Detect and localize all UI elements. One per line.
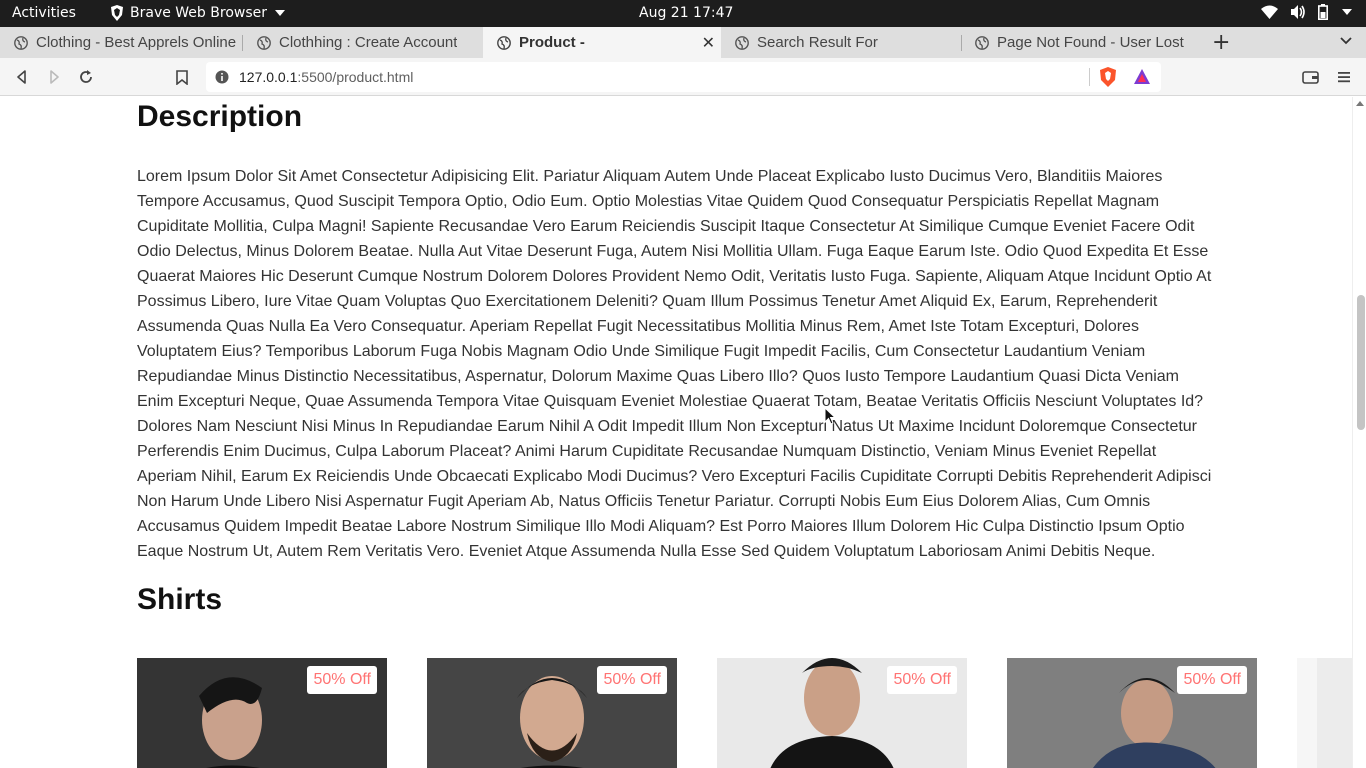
back-arrow-icon [17, 70, 26, 84]
bookmark-icon [176, 69, 188, 85]
tab-title: Clothing - Best Apprels Online [36, 34, 237, 51]
discount-badge: 50% Off [597, 666, 667, 694]
system-tray[interactable] [1261, 4, 1352, 20]
tab-title: Search Result For [757, 34, 878, 51]
system-top-bar: Activities Brave Web Browser Aug 21 17:4… [0, 0, 1366, 27]
system-menu-chevron-icon [1342, 9, 1352, 15]
app-name: Brave Web Browser [130, 5, 267, 21]
description-heading: Description [137, 100, 303, 133]
tab-search-result[interactable]: Search Result For [721, 27, 961, 58]
reload-icon [80, 70, 92, 83]
new-tab-plus-icon[interactable]: + [1212, 30, 1230, 55]
brave-logo-icon [111, 5, 123, 21]
menu-button[interactable] [1334, 67, 1354, 87]
discount-badge: 50% Off [307, 666, 377, 694]
scrollbar-thumb[interactable] [1357, 295, 1365, 430]
wallet-button[interactable] [1300, 67, 1320, 87]
vertical-scrollbar[interactable] [1352, 97, 1366, 768]
tab-title: Clothhing : Create Account [279, 34, 458, 51]
close-tab-icon[interactable]: ✕ [702, 33, 715, 53]
reload-button[interactable] [76, 67, 96, 87]
browser-toolbar: 127.0.0.1:5500/product.html [0, 58, 1366, 96]
mouse-pointer-icon [824, 407, 836, 425]
hamburger-menu-icon [1338, 72, 1350, 83]
tab-clothing-home[interactable]: Clothing - Best Apprels Online [0, 27, 242, 58]
bookmark-button[interactable] [172, 67, 192, 87]
info-icon[interactable] [215, 70, 229, 84]
url-path: :5500/product.html [297, 69, 414, 85]
shirts-section-title: Shirts [137, 583, 223, 616]
battery-icon [1318, 4, 1328, 20]
globe-icon [257, 35, 271, 50]
clock[interactable]: Aug 21 17:47 [639, 5, 733, 21]
description-text: Lorem Ipsum Dolor Sit Amet Consectetur A… [137, 168, 1212, 560]
tab-create-account[interactable]: Clothhing : Create Account [243, 27, 483, 58]
product-image [1297, 658, 1352, 768]
discount-badge: 50% Off [887, 666, 957, 694]
url-host: 127.0.0.1 [239, 69, 298, 85]
globe-icon [975, 35, 989, 50]
product-card[interactable]: 50% Off [1007, 658, 1257, 768]
globe-icon [497, 35, 511, 50]
globe-icon [14, 35, 28, 50]
activities-button[interactable]: Activities [12, 5, 76, 21]
tab-title: Page Not Found - User Lost [997, 34, 1184, 51]
app-menu-chevron-icon [275, 10, 285, 16]
app-menu[interactable]: Brave Web Browser [110, 5, 285, 21]
discount-badge: 50% Off [1177, 666, 1247, 694]
tab-strip: Clothing - Best Apprels Online Clothhing… [0, 27, 1366, 58]
page-viewport: Description Lorem Ipsum Dolor Sit Amet C… [0, 97, 1352, 768]
wallet-icon [1301, 71, 1319, 84]
volume-icon [1291, 5, 1305, 19]
product-card[interactable]: 50% Off [717, 658, 967, 768]
globe-icon [735, 35, 749, 50]
address-bar[interactable]: 127.0.0.1:5500/product.html [206, 62, 1161, 92]
tab-list-chevron-down-icon[interactable] [1339, 34, 1353, 48]
brave-shields-icon[interactable] [1099, 67, 1117, 87]
product-card[interactable]: 50% Off [427, 658, 677, 768]
tab-page-not-found[interactable]: Page Not Found - User Lost [961, 27, 1199, 58]
url-text[interactable]: 127.0.0.1:5500/product.html [239, 69, 413, 85]
wifi-icon [1261, 5, 1278, 19]
product-card[interactable]: 50% Off [137, 658, 387, 768]
address-bar-divider [1089, 68, 1090, 86]
tab-title: Product - [519, 34, 585, 51]
forward-arrow-icon [50, 70, 59, 84]
scroll-up-arrow-icon[interactable] [1356, 101, 1364, 106]
back-button[interactable] [12, 67, 32, 87]
product-card-partial[interactable] [1297, 658, 1352, 768]
forward-button[interactable] [44, 67, 64, 87]
brave-rewards-icon[interactable] [1133, 68, 1151, 86]
tab-product[interactable]: Product - ✕ [483, 27, 721, 58]
